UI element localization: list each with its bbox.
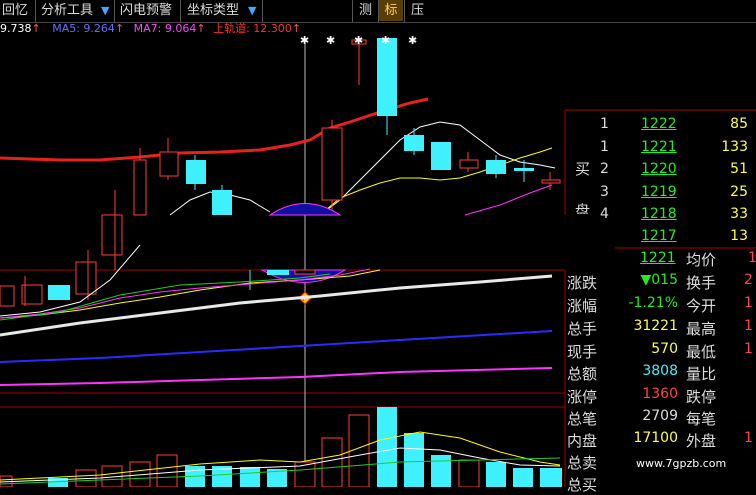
buy-side-label: 买	[575, 160, 591, 178]
quote-value: 1360	[642, 386, 678, 402]
candle-down	[431, 142, 451, 170]
star-icon: ✱	[300, 34, 309, 47]
orderbook-price[interactable]: 1219	[641, 184, 677, 200]
orderbook-level: 2	[600, 161, 609, 177]
volume-bar-down	[431, 455, 451, 487]
volume-dome-top	[268, 203, 342, 216]
candles-lower	[0, 210, 347, 307]
candle-up	[101, 214, 123, 256]
volume-bar-down	[240, 467, 260, 487]
quote-label-2: 最高	[686, 320, 717, 338]
quote-value: 570	[651, 341, 678, 357]
orderbook-level: 1	[600, 116, 609, 132]
sell-side-label: 盘	[575, 202, 591, 214]
volume-bars	[0, 407, 562, 487]
quote-label: 总笔	[567, 410, 598, 428]
volume-bar-down	[377, 407, 397, 487]
avg-price-label: 均价	[686, 251, 717, 269]
quote-label-2: 每笔	[686, 410, 717, 428]
star-icon: ✱	[381, 34, 390, 47]
avg-price-value: 1	[748, 250, 756, 266]
quote-label: 总买	[567, 476, 598, 494]
quote-label: 内盘	[567, 432, 598, 450]
watermark: www.7gpzb.com	[636, 457, 727, 470]
ma-line-white-lower	[0, 244, 141, 317]
volume-bar-down	[513, 468, 533, 487]
quote-label: 涨跌	[567, 274, 598, 292]
candle-down	[48, 285, 70, 300]
candle-down	[212, 190, 232, 215]
quote-value: ▼015	[640, 272, 679, 288]
quote-value-2: 1	[744, 430, 753, 446]
quote-label: 总卖	[567, 454, 598, 472]
star-markers: ✱ ✱ ✱ ✱ ✱	[300, 34, 417, 47]
quote-value-2: 2	[744, 272, 753, 288]
quote-value: -1.21%	[628, 295, 678, 311]
volume-bar-down	[540, 468, 562, 487]
candle-up	[159, 151, 179, 177]
orderbook-level: 4	[600, 206, 609, 222]
candle-down	[267, 270, 289, 275]
star-icon: ✱	[354, 34, 363, 47]
candle-down	[514, 168, 534, 171]
orderbook-price[interactable]: 1218	[641, 206, 677, 222]
star-icon: ✱	[326, 34, 335, 47]
quote-value: 3808	[642, 363, 678, 379]
candle-up	[294, 269, 316, 275]
orderbook-price[interactable]: 1222	[641, 116, 677, 132]
candle-up	[459, 159, 479, 169]
quote-label: 总额	[567, 365, 598, 383]
volume-bar-down	[486, 462, 506, 487]
ma-line-magenta	[464, 184, 553, 216]
orderbook-level: 1	[600, 139, 609, 155]
orderbook-volume: 25	[730, 184, 748, 200]
star-icon: ✱	[408, 34, 417, 47]
quote-label-2: 跌停	[686, 388, 717, 406]
orderbook-volume: 85	[730, 116, 748, 132]
quote-label: 涨停	[567, 388, 598, 406]
volume-bar-up	[321, 437, 343, 487]
candle-up	[0, 285, 15, 307]
volume-bar-down	[404, 433, 424, 487]
candle-down	[404, 135, 424, 151]
candle-up	[75, 261, 97, 295]
quote-label-2: 今开	[686, 297, 717, 315]
ma-line-blue	[0, 330, 553, 363]
orderbook-level: 3	[600, 184, 609, 200]
orderbook-volume: 13	[730, 228, 748, 244]
candle-down	[377, 38, 397, 116]
quote-value: 31221	[633, 318, 678, 334]
quote-label: 涨幅	[567, 297, 598, 315]
quote-label: 总手	[567, 320, 598, 338]
volume-bar-up	[156, 454, 178, 487]
quote-label-2: 换手	[686, 274, 717, 292]
quote-label-2: 最低	[686, 343, 717, 361]
ma-line-magenta-low	[0, 367, 553, 386]
candle-up	[541, 179, 561, 184]
quote-value-2: 1	[744, 341, 753, 357]
quote-value: 2709	[642, 408, 678, 424]
quote-label: 现手	[567, 343, 598, 361]
orderbook-price[interactable]: 1220	[641, 161, 677, 177]
candle-up	[133, 159, 147, 216]
quote-value-2: 1	[744, 295, 753, 311]
orderbook-price[interactable]: 1217	[641, 228, 677, 244]
upper-band-line	[0, 97, 429, 162]
orderbook-price[interactable]: 1221	[641, 139, 677, 155]
quote-value: 17100	[633, 430, 678, 446]
latest-price: 1221	[640, 250, 676, 266]
orderbook-volume: 33	[730, 206, 748, 222]
candle-down	[486, 160, 506, 174]
orderbook-volume: 133	[721, 139, 748, 155]
orderbook-volume: 51	[730, 161, 748, 177]
candle-down	[186, 160, 206, 184]
quote-label-2: 外盘	[686, 432, 717, 450]
quote-value-2: 1	[744, 318, 753, 334]
quote-label-2: 量比	[686, 365, 717, 383]
volume-bar-up	[458, 459, 480, 487]
candle-up	[321, 127, 343, 201]
